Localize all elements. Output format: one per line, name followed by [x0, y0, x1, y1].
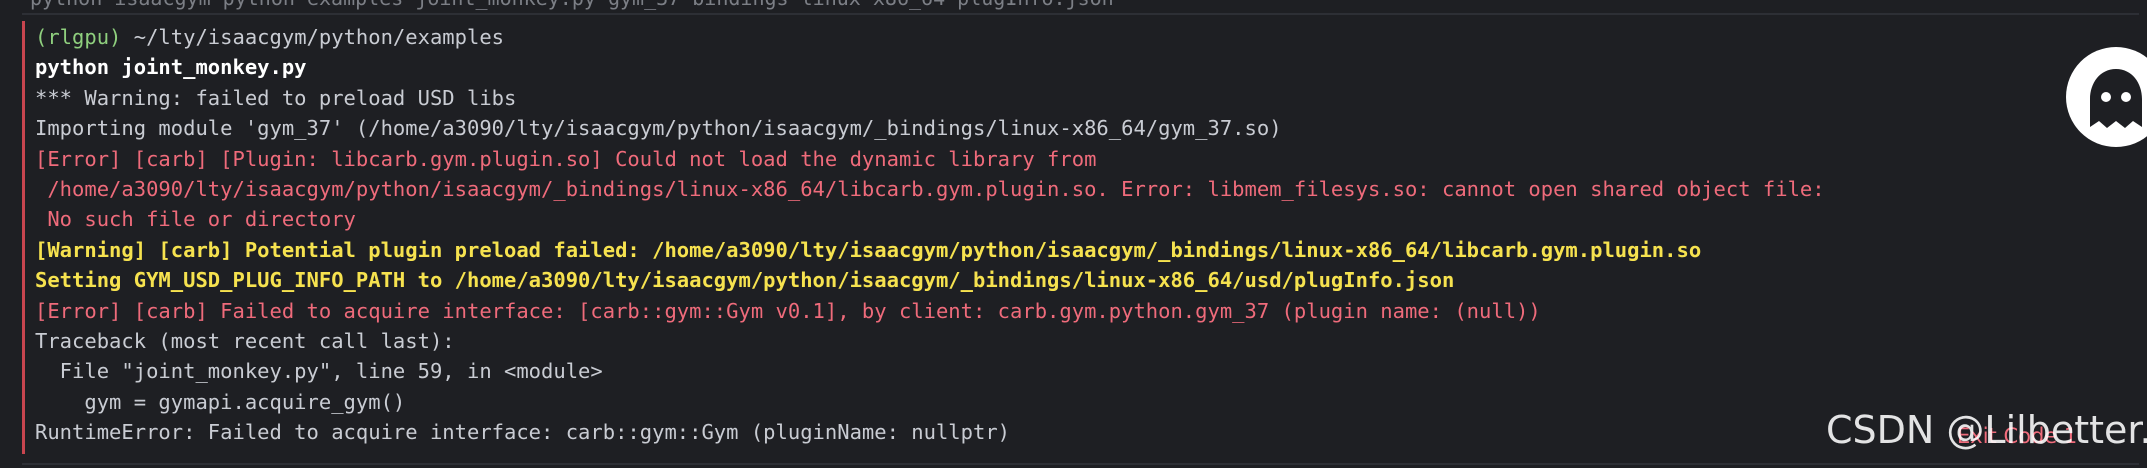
- output-line: *** Warning: failed to preload USD libs: [35, 85, 517, 110]
- previous-output-strip: python isaacgym python examples joint_mo…: [0, 0, 2147, 13]
- command-line: python joint_monkey.py: [35, 55, 307, 80]
- traceback-line: File "joint_monkey.py", line 59, in <mod…: [35, 359, 603, 384]
- traceback-line: gym = gymapi.acquire_gym(): [35, 389, 406, 414]
- ghost-icon: [2090, 69, 2142, 128]
- output-line: Importing module 'gym_37' (/home/a3090/l…: [35, 116, 1282, 141]
- csdn-watermark: CSDN @Lilbetter.: [1826, 408, 2147, 452]
- error-line: [Error] [carb] Failed to acquire interfa…: [35, 298, 1541, 323]
- error-line: [Error] [carb] [Plugin: libcarb.gym.plug…: [35, 146, 1097, 171]
- assistant-avatar-button[interactable]: [2066, 47, 2147, 147]
- block-divider-top: [22, 13, 2139, 15]
- runtime-error-line: RuntimeError: Failed to acquire interfac…: [35, 420, 1011, 445]
- working-directory: ~/lty/isaacgym/python/examples: [133, 25, 505, 49]
- error-status-bar: [22, 21, 25, 454]
- error-line: No such file or directory: [35, 207, 356, 232]
- warning-line: [Warning] [carb] Potential plugin preloa…: [35, 237, 1702, 262]
- warning-line: Setting GYM_USD_PLUG_INFO_PATH to /home/…: [35, 268, 1455, 293]
- traceback-line: Traceback (most recent call last):: [35, 328, 455, 353]
- terminal-output-block[interactable]: (rlgpu) ~/lty/isaacgym/python/examples p…: [35, 22, 2065, 447]
- error-line: /home/a3090/lty/isaacgym/python/isaacgym…: [35, 176, 1825, 201]
- block-divider-bottom: [22, 463, 2139, 465]
- previous-output-text: python isaacgym python examples joint_mo…: [30, 0, 1114, 10]
- conda-env-label: (rlgpu): [35, 25, 122, 49]
- prompt-line: (rlgpu) ~/lty/isaacgym/python/examples: [35, 22, 2065, 52]
